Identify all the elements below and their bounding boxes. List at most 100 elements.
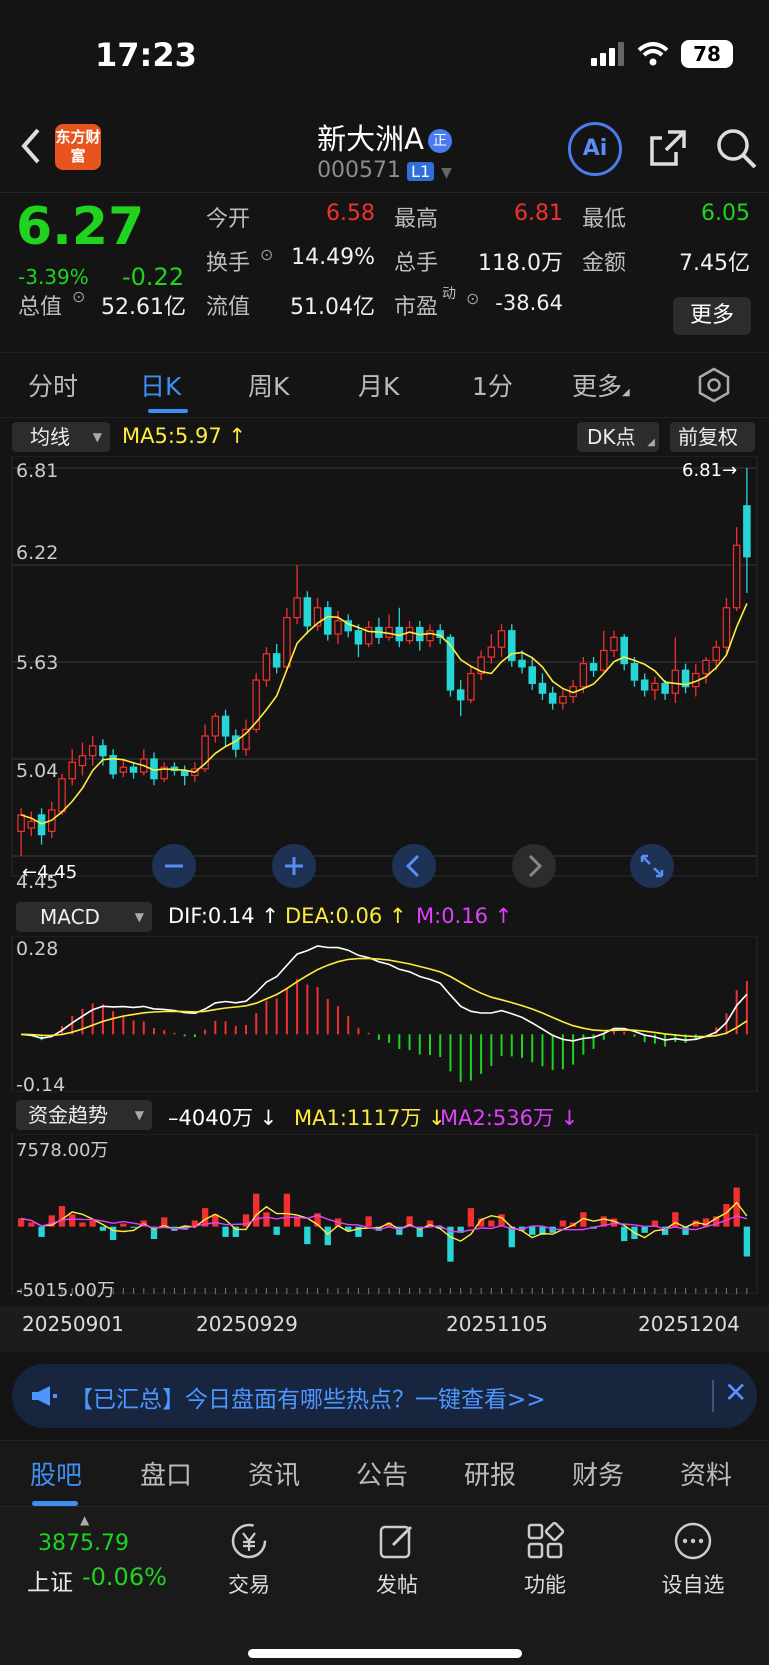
tab-daily-k[interactable]: 日K (140, 367, 181, 403)
dif-legend: DIF:0.14 ↑ (168, 904, 279, 928)
low-value: 6.05 (701, 201, 750, 226)
fund-flow-chart[interactable] (0, 1134, 769, 1294)
fund-bar (324, 1226, 331, 1246)
index-value[interactable]: 3875.79 (38, 1531, 129, 1556)
fund-bar (242, 1214, 250, 1227)
tab-finance[interactable]: 财务 (572, 1455, 624, 1492)
candle-body (58, 778, 66, 813)
status-bar: 17:23 78 (0, 0, 769, 110)
tab-news[interactable]: 资讯 (248, 1455, 300, 1492)
tab-forum[interactable]: 股吧 (30, 1455, 82, 1492)
bottom-dock: ▲ 3875.79 上证 -0.06% 交易 发帖 功能 设自选 (0, 1506, 769, 1665)
tab-research[interactable]: 研报 (464, 1455, 516, 1492)
candle-body (743, 505, 751, 558)
fund-value-legend: –4040万 ↓ (168, 1106, 278, 1130)
settings-gear-icon[interactable] (696, 367, 732, 403)
candle-body (518, 659, 526, 668)
ma-indicator-select[interactable]: 均线 ▼ (12, 422, 110, 452)
candle-body (119, 766, 128, 773)
tab-more[interactable]: 更多◢ (572, 367, 630, 403)
candle-body (528, 666, 536, 684)
index-name[interactable]: 上证 (27, 1563, 73, 1597)
turnover-label: 换手 (206, 251, 251, 276)
fund-bar (641, 1226, 648, 1233)
candle-body (671, 669, 680, 694)
fund-bar (58, 1206, 66, 1227)
zoom-out-icon[interactable] (152, 844, 196, 888)
candle-body (17, 814, 25, 832)
tab-weekly-k[interactable]: 周K (248, 367, 289, 403)
fund-bar (621, 1226, 628, 1242)
date-label: 20251204 (638, 1312, 740, 1336)
dk-point-button[interactable]: DK点 ◢ (577, 422, 659, 452)
post-button[interactable]: 发帖 (352, 1521, 442, 1599)
macd-indicator-select[interactable]: MACD ▼ (16, 902, 152, 932)
candle-body (487, 646, 496, 658)
candle-body (712, 646, 720, 661)
dropdown-caret-icon: ▼ (441, 165, 452, 181)
candle-body (272, 653, 281, 668)
pe-value: -38.64 (495, 291, 563, 315)
scroll-right-icon[interactable] (512, 844, 556, 888)
megaphone-icon (30, 1384, 58, 1408)
search-icon[interactable] (714, 126, 758, 170)
home-indicator (248, 1649, 522, 1658)
tab-1min[interactable]: 1分 (472, 367, 513, 403)
dea-line (21, 957, 748, 1038)
candle-body (702, 659, 710, 675)
functions-button[interactable]: 功能 (500, 1521, 590, 1599)
low-label: 最低 (582, 207, 627, 232)
add-watchlist-button[interactable]: 设自选 (648, 1521, 738, 1599)
fund-bar (273, 1226, 280, 1235)
tab-announcements[interactable]: 公告 (356, 1455, 408, 1492)
amount-value: 7.45亿 (679, 251, 750, 276)
fund-bar (28, 1222, 35, 1227)
change-amount: -0.22 (122, 263, 185, 291)
candle-body (538, 682, 547, 694)
dk-point-label: DK点 (587, 425, 636, 449)
tab-orderbook[interactable]: 盘口 (140, 1455, 192, 1492)
tick-label: 5.63 (16, 652, 59, 674)
candle-body (221, 715, 230, 737)
ai-button[interactable]: Ai (568, 122, 622, 176)
scroll-left-icon[interactable] (392, 844, 436, 888)
fund-bar (559, 1220, 567, 1227)
fund-bar (222, 1226, 229, 1237)
candle-body (78, 755, 87, 767)
tab-profile[interactable]: 资料 (680, 1455, 732, 1492)
candle-body (405, 626, 414, 642)
dropdown-caret-icon: ▼ (92, 430, 102, 444)
volume-value: 118.0万 (478, 251, 563, 276)
more-quote-button[interactable]: 更多 (673, 297, 751, 335)
high-marker: 6.81→ (682, 460, 738, 481)
period-tabs: 分时 日K 周K 月K 1分 更多◢ (0, 352, 769, 418)
quote-panel: 6.27 -3.39% -0.22 今开 6.58 最高 6.81 最低 6.0… (0, 192, 769, 350)
close-icon[interactable]: ✕ (724, 1376, 747, 1409)
high-label: 最高 (394, 207, 439, 232)
fund-indicator-label: 资金趋势 (28, 1103, 108, 1127)
candle-body (548, 692, 557, 704)
tab-monthly-k[interactable]: 月K (358, 367, 399, 403)
ma5-line (20, 603, 748, 825)
zoom-in-icon[interactable] (272, 844, 316, 888)
info-circle-icon[interactable]: ⊙ (466, 289, 479, 308)
date-label: 20251105 (446, 1312, 548, 1336)
fund-indicator-select[interactable]: 资金趋势 ▼ (16, 1100, 152, 1130)
trade-button[interactable]: 交易 (204, 1521, 294, 1599)
notice-banner[interactable]: 【已汇总】今日盘面有哪些热点？一键查看>> ✕ (12, 1364, 757, 1428)
candlestick-chart[interactable] (0, 456, 769, 878)
index-change[interactable]: -0.06% (82, 1563, 167, 1591)
tick-label: -0.14 (16, 1074, 66, 1096)
candle-body (640, 679, 649, 691)
fullscreen-icon[interactable] (630, 844, 674, 888)
add-watchlist-label: 设自选 (661, 1573, 725, 1597)
share-icon[interactable] (648, 128, 688, 168)
tab-intraday[interactable]: 分时 (28, 367, 78, 403)
adjust-button[interactable]: 前复权 (670, 422, 755, 452)
info-circle-icon[interactable]: ⊙ (72, 287, 85, 306)
tick-label: 5.04 (16, 760, 59, 782)
active-tab-indicator (148, 409, 188, 413)
high-value: 6.81 (514, 201, 563, 226)
more-dots-icon (673, 1521, 713, 1561)
macd-chart[interactable] (0, 936, 769, 1092)
